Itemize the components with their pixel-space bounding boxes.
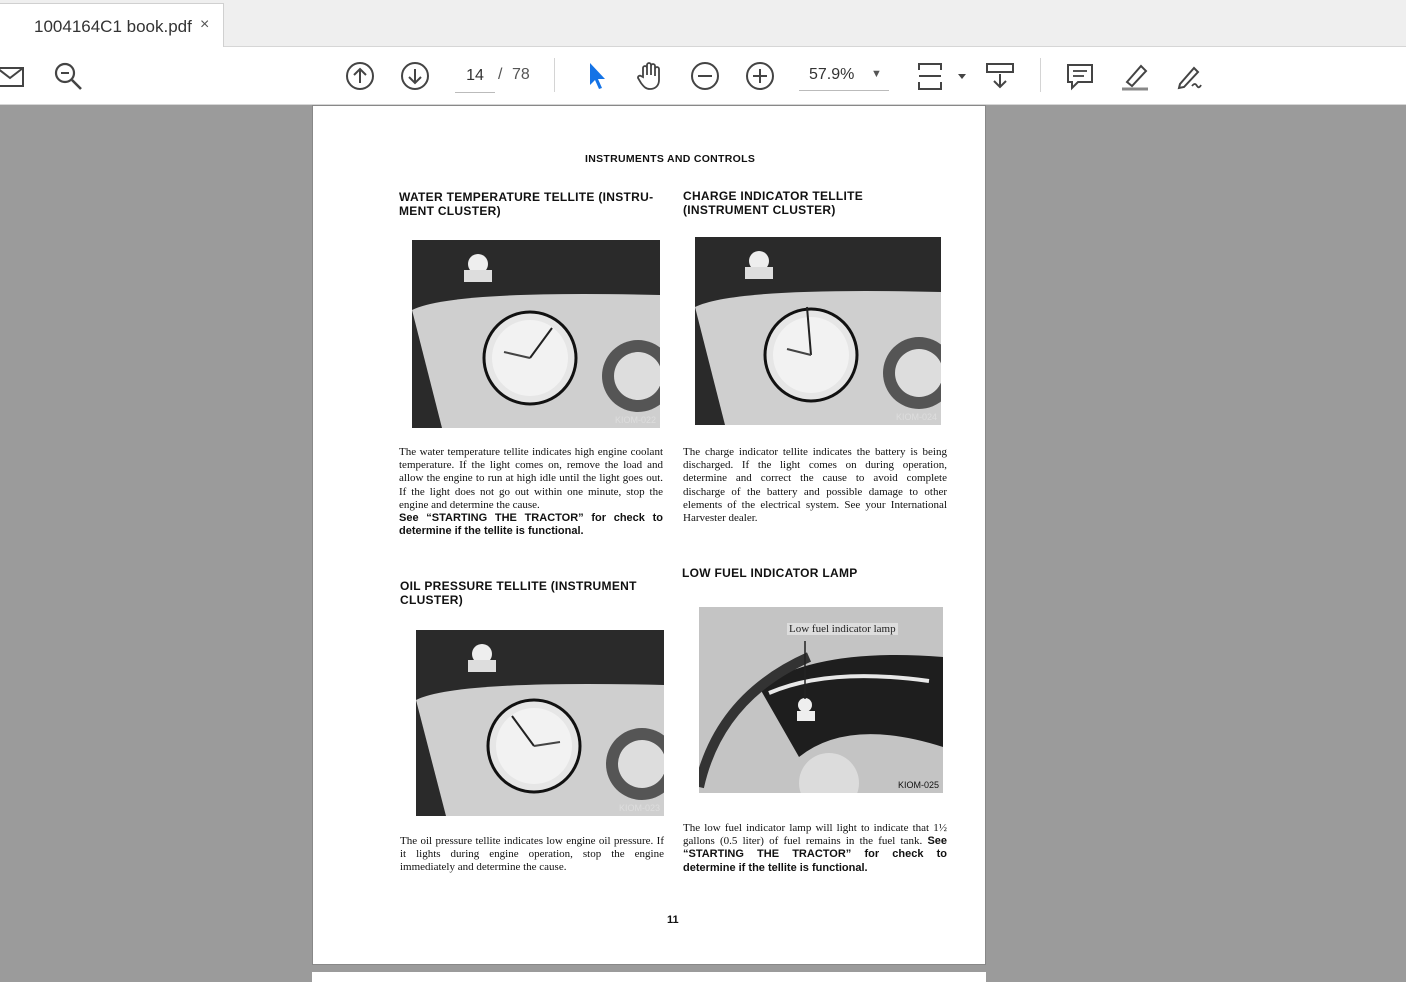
document-tab[interactable]: 1004164C1 book.pdf ×	[0, 3, 224, 47]
toolbar-divider	[1040, 58, 1041, 92]
sign-icon[interactable]	[1174, 60, 1206, 92]
page-down-icon[interactable]	[399, 60, 431, 92]
section-body: The charge indicator tellite indicates t…	[683, 446, 947, 525]
toolbar-divider	[554, 58, 555, 92]
section-title: LOW FUEL INDICATOR LAMP	[682, 566, 858, 580]
page-total: 78	[512, 66, 530, 83]
highlight-icon[interactable]	[1119, 60, 1151, 92]
figure-code: KIOM-022	[614, 415, 656, 425]
instrument-photo: KIOM-023	[416, 630, 664, 816]
section-body: The oil pressure tellite indicates low e…	[400, 835, 664, 874]
select-cursor-icon[interactable]	[580, 60, 612, 92]
page-up-icon[interactable]	[344, 60, 376, 92]
fit-page-icon[interactable]	[914, 60, 946, 92]
toolbar: / 78 57.9% ▼	[0, 47, 1406, 105]
instrument-photo: KIOM-024	[695, 237, 941, 425]
chevron-down-icon: ▼	[871, 68, 882, 80]
pdf-page: INSTRUMENTS AND CONTROLS WATER TEMPERATU…	[312, 105, 986, 965]
chevron-down-icon[interactable]	[946, 60, 966, 92]
section-title: OIL PRESSURE TELLITE (INSTRUMENT CLUSTER…	[400, 579, 637, 607]
section-title: WATER TEMPERATURE TELLITE (INSTRU-MENT C…	[399, 190, 654, 218]
zoom-value: 57.9%	[809, 66, 855, 83]
page-header: INSTRUMENTS AND CONTROLS	[585, 153, 756, 165]
figure-code: KIOM-024	[895, 412, 937, 422]
section-body: The water temperature tellite indicates …	[399, 446, 663, 538]
instrument-photo: KIOM-022	[412, 240, 660, 428]
scroll-mode-icon[interactable]	[984, 60, 1016, 92]
zoom-out-icon[interactable]	[689, 60, 721, 92]
section-title: CHARGE INDICATOR TELLITE (INSTRUMENT CLU…	[683, 189, 864, 217]
page-separator: /	[498, 66, 503, 83]
zoom-in-icon[interactable]	[744, 60, 776, 92]
body-bold: See “STARTING THE TRACTOR” for check to …	[399, 512, 663, 538]
mail-icon[interactable]	[0, 60, 26, 92]
photo-callout: Low fuel indicator lamp	[787, 623, 898, 635]
close-tab-icon[interactable]: ×	[200, 16, 209, 34]
body-text: The low fuel indicator lamp will light t…	[683, 822, 947, 848]
tab-bar: 1004164C1 book.pdf ×	[0, 0, 1406, 47]
body-text: The water temperature tellite indicates …	[399, 446, 663, 511]
page-number: 11	[667, 914, 679, 926]
figure-code: KIOM-023	[618, 803, 660, 813]
next-page-edge	[312, 972, 986, 982]
search-icon[interactable]	[52, 60, 84, 92]
section-body: The low fuel indicator lamp will light t…	[683, 822, 947, 875]
page-number-input[interactable]	[455, 60, 495, 93]
zoom-dropdown[interactable]: 57.9% ▼	[799, 60, 889, 91]
figure-code: KIOM-025	[897, 780, 939, 790]
hand-icon[interactable]	[634, 60, 666, 92]
tab-title: 1004164C1 book.pdf	[34, 17, 192, 36]
instrument-photo: Low fuel indicator lamp KIOM-025	[699, 607, 943, 793]
comment-icon[interactable]	[1064, 60, 1096, 92]
